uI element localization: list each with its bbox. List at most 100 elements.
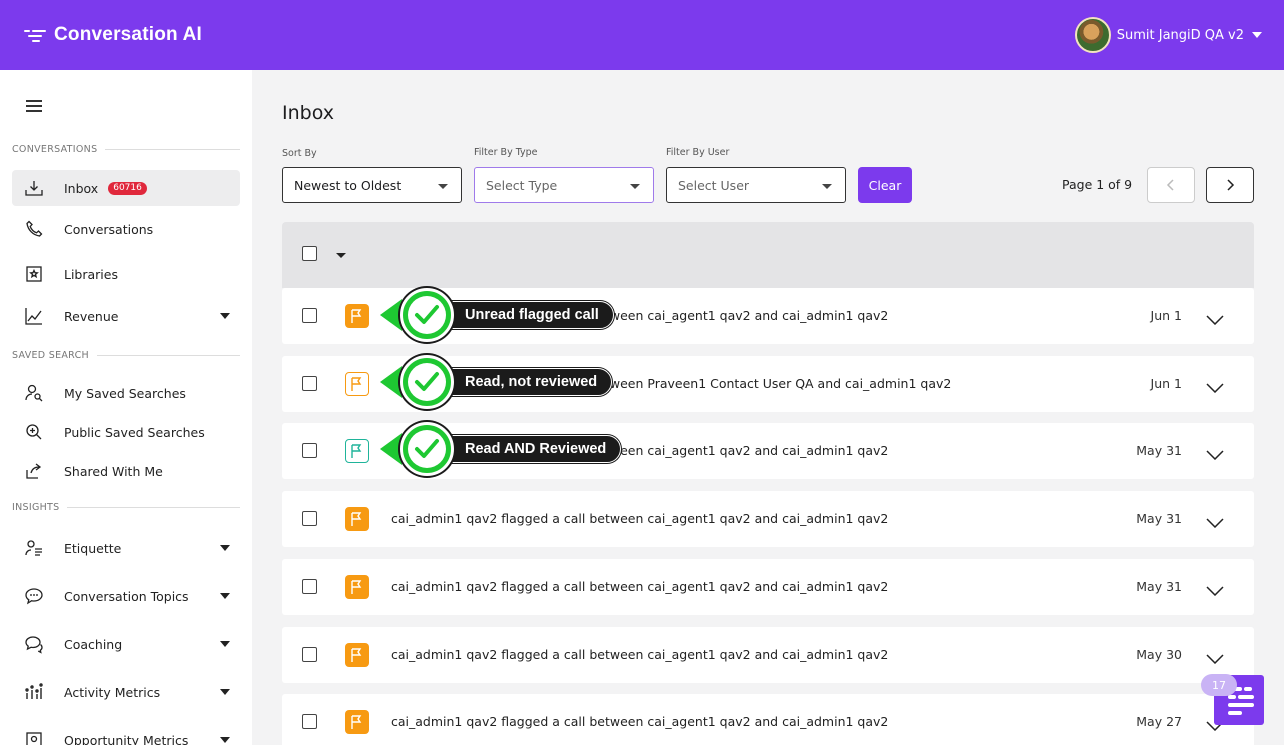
- sidebar-item-label: Conversations: [64, 221, 154, 237]
- inbox-count-badge: 60716: [108, 181, 147, 195]
- table-row[interactable]: cai_admin1 qav2 flagged a call between c…: [282, 627, 1254, 683]
- zoom-in-icon: [24, 422, 44, 442]
- row-description: cai_admin1 qav2 flagged a call between c…: [391, 647, 889, 662]
- chart-icon: [24, 306, 44, 326]
- activity-icon: [24, 682, 44, 702]
- sidebar-item-label: Shared With Me: [64, 463, 163, 479]
- arrow-left-icon: [380, 366, 402, 398]
- row-date: Jun 1: [1150, 376, 1182, 391]
- chevron-down-icon: [822, 184, 832, 189]
- coaching-icon: [24, 634, 44, 654]
- brand[interactable]: Conversation AI: [24, 24, 202, 46]
- row-checkbox[interactable]: [302, 579, 317, 594]
- chevron-down-icon[interactable]: [1206, 310, 1224, 329]
- sidebar-item-shared-with-me[interactable]: Shared With Me: [12, 453, 240, 489]
- menu-icon[interactable]: [26, 100, 42, 112]
- chevron-down-icon[interactable]: [220, 689, 230, 695]
- sort-select[interactable]: Newest to Oldest: [282, 167, 462, 203]
- flag-icon: [345, 710, 369, 734]
- prev-page-button[interactable]: [1147, 167, 1195, 203]
- sidebar-item-etiquette[interactable]: Etiquette: [12, 530, 240, 566]
- annotation-label: Read, not reviewed: [432, 368, 613, 396]
- row-date: Jun 1: [1150, 308, 1182, 323]
- row-checkbox[interactable]: [302, 647, 317, 662]
- chevron-down-icon: [630, 184, 640, 189]
- sidebar-item-inbox[interactable]: Inbox 60716: [12, 170, 240, 206]
- sidebar-item-public-saved-searches[interactable]: Public Saved Searches: [12, 414, 240, 450]
- row-description: cai_admin1 qav2 flagged a call between c…: [391, 511, 889, 526]
- type-placeholder: Select Type: [486, 177, 558, 193]
- flag-icon: [345, 372, 369, 396]
- inbox-icon: [24, 178, 44, 198]
- table-row[interactable]: cai_admin1 qav2 flagged a call between c…: [282, 694, 1254, 745]
- sort-value: Newest to Oldest: [294, 177, 402, 193]
- row-date: May 31: [1136, 579, 1182, 594]
- table-row[interactable]: cai_admin1 qav2 flagged a call between c…: [282, 559, 1254, 615]
- user-search-icon: [24, 383, 44, 403]
- row-description: cai_admin1 qav2 flagged a call between c…: [391, 714, 889, 729]
- sidebar-item-conversation-topics[interactable]: Conversation Topics: [12, 578, 240, 614]
- chevron-down-icon[interactable]: [1206, 445, 1224, 464]
- chevron-down-icon[interactable]: [220, 641, 230, 647]
- sidebar-item-label: Public Saved Searches: [64, 424, 205, 440]
- sidebar-item-label: Revenue: [64, 308, 119, 324]
- row-date: May 31: [1136, 443, 1182, 458]
- sidebar-item-coaching[interactable]: Coaching: [12, 626, 240, 662]
- sidebar-item-conversations[interactable]: Conversations: [12, 211, 240, 247]
- flag-icon: [345, 575, 369, 599]
- sidebar: CONVERSATIONS Inbox 60716 Conversations …: [0, 70, 252, 745]
- row-checkbox[interactable]: [302, 714, 317, 729]
- table-row[interactable]: cai_admin1 qav2 flagged a call between c…: [282, 491, 1254, 547]
- chevron-down-icon[interactable]: [220, 737, 230, 743]
- chevron-down-icon[interactable]: [220, 545, 230, 551]
- flag-icon: [345, 507, 369, 531]
- user-placeholder: Select User: [678, 177, 750, 193]
- chevron-down-icon[interactable]: [1206, 378, 1224, 397]
- list-header: [282, 222, 1254, 288]
- chevron-down-icon[interactable]: [1206, 581, 1224, 600]
- page-indicator: Page 1 of 9: [1062, 177, 1133, 192]
- chevron-down-icon[interactable]: [220, 313, 230, 319]
- chevron-down-icon[interactable]: [1206, 513, 1224, 532]
- caret-down-icon[interactable]: [336, 253, 346, 258]
- arrow-left-icon: [380, 299, 402, 331]
- sidebar-item-label: Conversation Topics: [64, 588, 189, 604]
- select-all-checkbox[interactable]: [302, 246, 317, 261]
- chevron-left-icon: [1166, 179, 1174, 191]
- page-title: Inbox: [282, 102, 334, 124]
- sidebar-item-opportunity-metrics[interactable]: Opportunity Metrics: [12, 722, 240, 745]
- user-filter-select[interactable]: Select User: [666, 167, 846, 203]
- user-menu[interactable]: Sumit JangiD QA v2: [1074, 17, 1262, 53]
- library-icon: [24, 264, 44, 284]
- type-filter-select[interactable]: Select Type: [474, 167, 654, 203]
- flag-icon: [345, 439, 369, 463]
- clear-button[interactable]: Clear: [858, 167, 912, 203]
- arrow-left-icon: [380, 433, 402, 465]
- user-name: Sumit JangiD QA v2: [1116, 27, 1244, 43]
- etiquette-icon: [24, 538, 44, 558]
- annotation-label: Unread flagged call: [432, 301, 614, 329]
- chevron-down-icon[interactable]: [220, 593, 230, 599]
- row-date: May 30: [1136, 647, 1182, 662]
- opportunity-icon: [24, 730, 44, 745]
- row-date: May 27: [1136, 714, 1182, 729]
- share-icon: [24, 461, 44, 481]
- row-date: May 31: [1136, 511, 1182, 526]
- flag-icon: [345, 643, 369, 667]
- avatar[interactable]: [1074, 17, 1111, 53]
- sidebar-item-activity-metrics[interactable]: Activity Metrics: [12, 674, 240, 710]
- sidebar-item-libraries[interactable]: Libraries: [12, 256, 240, 292]
- row-checkbox[interactable]: [302, 376, 317, 391]
- sort-label: Sort By: [282, 148, 317, 159]
- row-checkbox[interactable]: [302, 511, 317, 526]
- row-checkbox[interactable]: [302, 308, 317, 323]
- sidebar-item-revenue[interactable]: Revenue: [12, 298, 240, 334]
- row-checkbox[interactable]: [302, 443, 317, 458]
- chevron-down-icon: [438, 184, 448, 189]
- next-page-button[interactable]: [1206, 167, 1254, 203]
- row-description: cai_admin1 qav2 flagged a call between c…: [391, 579, 889, 594]
- sidebar-item-my-saved-searches[interactable]: My Saved Searches: [12, 375, 240, 411]
- chevron-down-icon[interactable]: [1206, 649, 1224, 668]
- sidebar-item-label: Etiquette: [64, 540, 122, 556]
- sidebar-item-label: Coaching: [64, 636, 123, 652]
